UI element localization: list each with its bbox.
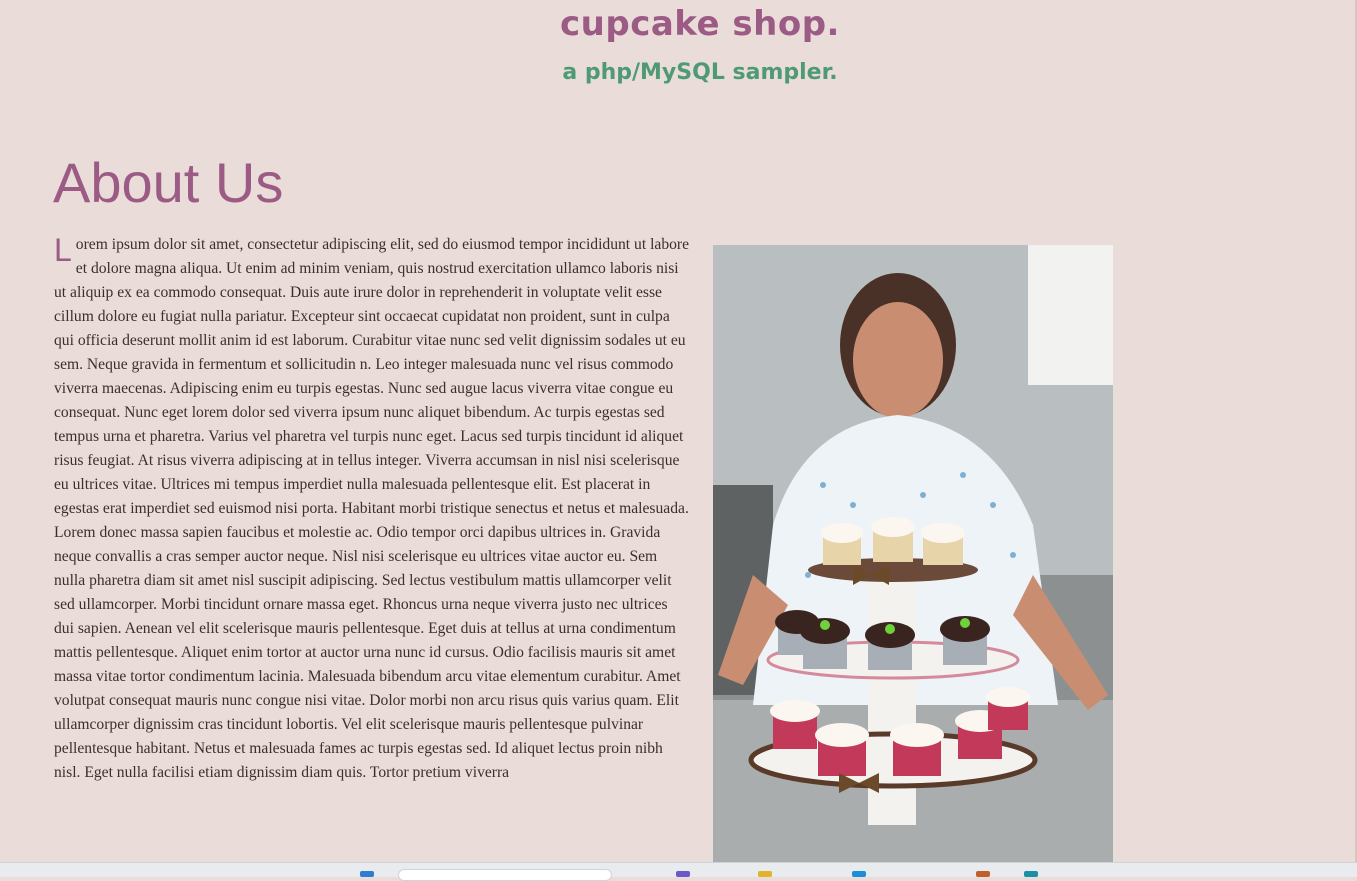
app-icon-3[interactable]: [1024, 871, 1038, 877]
photo-window: [1028, 245, 1113, 385]
about-paragraph: Lorem ipsum dolor sit amet, consectetur …: [54, 233, 690, 785]
drop-cap: L: [54, 232, 72, 268]
folder-icon[interactable]: [758, 871, 772, 877]
cupcake-photo: [713, 245, 1113, 862]
cupcake-photo-illustration: [713, 245, 1113, 862]
taskbar-search-box[interactable]: [398, 869, 612, 881]
browser-icon[interactable]: [852, 871, 866, 877]
site-title: cupcake shop.: [560, 4, 840, 44]
start-icon[interactable]: [360, 871, 374, 877]
top-cupcakes: [821, 517, 965, 565]
taskbar: [0, 862, 1357, 881]
page-heading: About Us: [53, 151, 284, 214]
photo-face: [853, 302, 943, 418]
about-body-text: orem ipsum dolor sit amet, consectetur a…: [54, 236, 690, 781]
app-icon[interactable]: [676, 871, 690, 877]
app-icon-2[interactable]: [976, 871, 990, 877]
site-subtitle: a php/MySQL sampler.: [562, 60, 838, 85]
